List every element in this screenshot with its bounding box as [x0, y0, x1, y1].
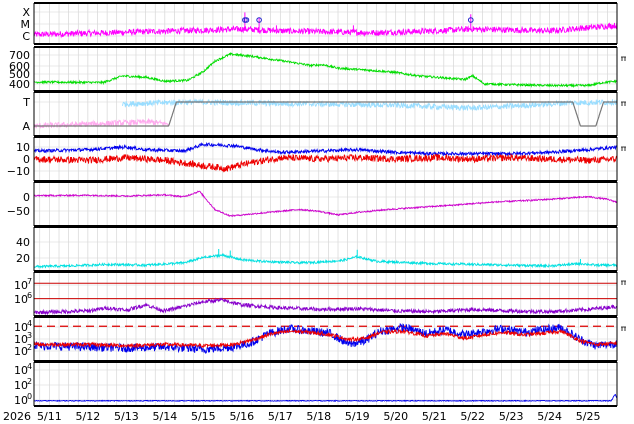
y-tick-label: 10 [14, 345, 28, 358]
y-tick-label: 10 [14, 364, 28, 377]
x-tick-label: 5/15 [191, 410, 216, 423]
x-tick-label: 5/13 [114, 410, 139, 423]
units-icon [621, 56, 626, 61]
y-tick-label: T [22, 96, 30, 109]
y-tick-label: 0 [23, 191, 30, 204]
panel-electrons: 10 410 210 0 [14, 361, 618, 407]
y-tick-exponent: 4 [27, 362, 32, 371]
x-tick-label: 5/24 [537, 410, 562, 423]
series-bz_bt-0 [33, 142, 617, 157]
y-tick-label: 10 [14, 394, 28, 407]
x-tick-label: 5/12 [76, 410, 101, 423]
y-tick-exponent: 7 [27, 277, 32, 286]
panel-wind_speed: 700600500400 [9, 46, 618, 92]
x-tick-label: 5/11 [37, 410, 62, 423]
y-tick-exponent: 0 [27, 392, 32, 401]
y-tick-label: −10 [7, 165, 30, 178]
panel-phi: 0−50 [7, 181, 618, 227]
x-tick-label: 5/25 [576, 410, 601, 423]
panel-imf_direction: TA [22, 91, 618, 137]
panel-xray: XMC [21, 2, 618, 45]
series-ions-0 [33, 322, 618, 354]
units-icon [621, 280, 626, 285]
y-tick-exponent: 2 [27, 343, 32, 352]
x-tick-label: 5/18 [306, 410, 331, 423]
y-tick-label: 10 [14, 379, 28, 392]
x-axis-year-label: 2026 [3, 410, 31, 423]
series-density-0 [33, 252, 618, 269]
series-imf_direction-0 [33, 117, 169, 129]
space-weather-chart: XMC700600500400TA100−100−50402010 710 610 4… [3, 2, 626, 423]
y-tick-label: −50 [7, 205, 30, 218]
y-tick-label: A [22, 120, 30, 133]
x-tick-label: 5/16 [229, 410, 254, 423]
y-tick-exponent: 4 [27, 319, 32, 328]
panel-bz_bt: 100−10 [7, 136, 618, 182]
units-icon [621, 326, 626, 331]
y-tick-exponent: 3 [27, 331, 32, 340]
y-tick-label: 400 [9, 78, 30, 91]
x-tick-label: 5/21 [422, 410, 447, 423]
series-wind_speed-0 [33, 52, 617, 89]
units-icon [621, 146, 626, 151]
series-imf_direction-1 [122, 97, 618, 112]
series-temperature-0 [33, 297, 617, 316]
units-icon [621, 101, 626, 106]
y-tick-label: 10 [14, 293, 28, 306]
y-tick-label: 40 [16, 236, 30, 249]
x-tick-label: 5/23 [499, 410, 524, 423]
series-xray-0 [33, 22, 618, 39]
y-tick-exponent: 6 [27, 291, 32, 300]
x-tick-label: 5/20 [383, 410, 408, 423]
x-tick-label: 5/17 [268, 410, 293, 423]
y-tick-exponent: 2 [27, 377, 32, 386]
panel-temperature: 10 710 6 [14, 271, 618, 317]
panel-density: 4020 [16, 226, 618, 272]
x-tick-label: 5/14 [152, 410, 177, 423]
series-phi-0 [33, 190, 618, 217]
x-axis: 2026 5/11 5/12 5/13 5/14 5/15 5/16 5/17 5/18 5/19… [3, 410, 600, 423]
y-tick-label: C [22, 30, 30, 43]
y-tick-label: 10 [14, 279, 28, 292]
series-bz_bt-1 [33, 152, 618, 173]
panel-ions: 10 410 310 2 [14, 316, 618, 362]
x-tick-label: 5/19 [345, 410, 370, 423]
y-tick-label: 20 [16, 252, 30, 265]
x-tick-label: 5/22 [460, 410, 485, 423]
